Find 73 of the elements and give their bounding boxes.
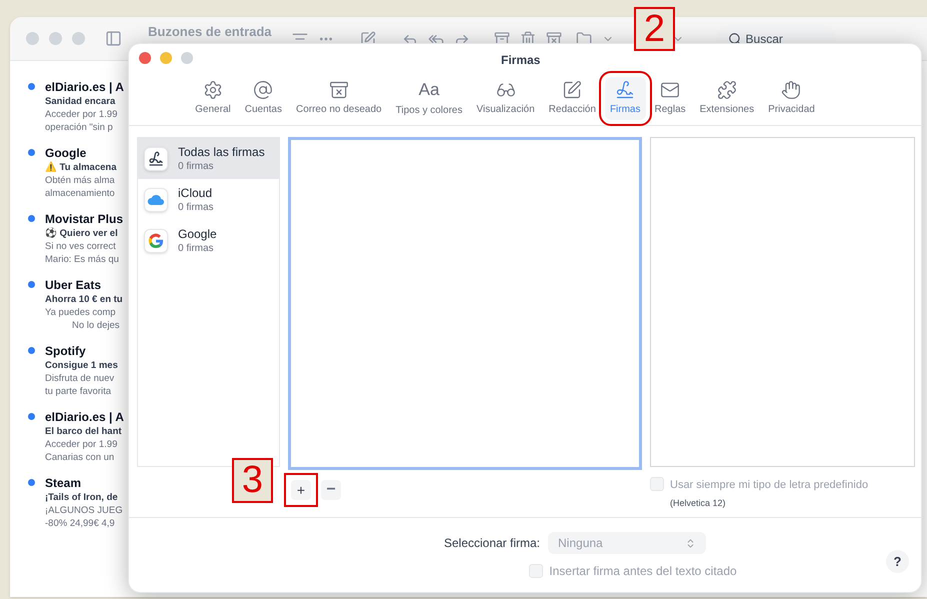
mail-subject: Ahorra 10 € en tu [45, 293, 123, 306]
preferences-tab[interactable]: Visualización [471, 77, 540, 120]
account-item[interactable]: Google 0 firmas [138, 220, 279, 261]
mail-subject: Consigue 1 mes [45, 359, 118, 372]
preferences-tab[interactable]: Firmas [604, 77, 646, 120]
search-icon [728, 32, 742, 46]
mail-preview: Mario: Es más qu [45, 253, 120, 266]
mail-sender: elDiario.es | A [45, 409, 124, 425]
mail-preview: Ya puedes comp [45, 306, 117, 319]
checkbox-label: Insertar firma antes del texto citado [549, 563, 737, 580]
at-sign-icon [253, 80, 274, 100]
account-name: Todas las firmas [178, 144, 265, 160]
mail-preview: almacenamiento [45, 187, 116, 200]
mail-sender: Uber Eats [45, 277, 102, 293]
mail-preview: Disfruta de nuev [45, 372, 116, 385]
mail-sender: Spotify [45, 343, 87, 359]
sidebar-icon[interactable] [105, 30, 122, 47]
field-label: Seleccionar firma: [444, 535, 540, 552]
mail-sender: Google [45, 145, 88, 161]
font-note: (Helvetica 12) [670, 496, 727, 510]
help-button[interactable]: ? [886, 550, 909, 573]
preferences-tab[interactable]: Privacidad [763, 77, 820, 120]
mail-preview: No lo dejes [71, 319, 121, 332]
mail-preview: Acceder por 1.99 [45, 108, 118, 121]
mail-preview: Obtén más alma [45, 174, 116, 187]
signature-icon [144, 146, 168, 170]
dialog-title: Firmas [501, 52, 540, 69]
mail-preview: -80% 24,99€ 4,9 [45, 517, 116, 530]
mail-sender: elDiario.es | A [45, 79, 124, 95]
account-item[interactable]: iCloud 0 firmas [138, 179, 279, 220]
search-placeholder: Buscar [746, 30, 783, 48]
window-title: Buzones de entrada [148, 23, 272, 41]
mail-sender: Steam [45, 475, 82, 491]
mail-preview: operación "sin p [45, 121, 114, 134]
mail-subject: ⚽ Quiero ver el [45, 227, 119, 240]
mail-preview: Si no ves correct [45, 240, 117, 253]
hand-icon [781, 80, 802, 100]
account-name: Google [178, 226, 217, 242]
cloud-icon [144, 188, 168, 212]
puzzle-icon [716, 80, 737, 100]
junk-tray-icon [328, 80, 349, 100]
step-number-label: 2 [634, 7, 675, 51]
account-item[interactable]: Todas las firmas 0 firmas [138, 138, 279, 179]
preferences-tab[interactable]: Cuentas [240, 77, 287, 120]
mail-subject: ⚠ Tu almacena [45, 161, 116, 174]
gear-icon [202, 80, 223, 100]
signature-icon [615, 80, 636, 100]
close-button[interactable] [139, 52, 151, 64]
minimize-button[interactable] [160, 52, 172, 64]
preferences-tab[interactable]: Extensiones [694, 77, 760, 120]
signature-count: 0 firmas [178, 242, 215, 254]
preferences-tab[interactable]: General [190, 77, 236, 120]
mail-preview: tu parte favorita [45, 385, 112, 398]
pen-square-icon [562, 80, 582, 100]
preferences-tab[interactable]: Aa Tipos y colores [390, 76, 468, 121]
envelope-icon [660, 80, 680, 100]
signature-count: 0 firmas [178, 200, 214, 214]
account-name: iCloud [178, 186, 214, 200]
mail-sender: Movistar Plus [45, 211, 124, 227]
g-logo-icon [144, 228, 168, 252]
mail-subject: Sanidad encara [45, 95, 116, 108]
preferences-tab[interactable]: Correo no deseado [290, 77, 387, 120]
mail-preview: Acceder por 1.99 [45, 438, 118, 451]
signature-count: 0 firmas [178, 160, 215, 172]
add-button[interactable]: + [291, 480, 311, 500]
preferences-tab[interactable]: Redacción [544, 77, 601, 120]
preferences-tab[interactable]: Reglas [650, 77, 691, 120]
mail-preview: Canarias con un [45, 451, 116, 464]
mail-subject: El barco del hant [45, 425, 123, 438]
step-number-label: 3 [232, 458, 273, 503]
checkbox-label: Usar siempre mi tipo de letra predefinido [670, 478, 868, 493]
mail-subject: ¡Tails of Iron, de [45, 491, 119, 504]
mail-preview: ¡ALGUNOS JUEG [45, 504, 123, 517]
